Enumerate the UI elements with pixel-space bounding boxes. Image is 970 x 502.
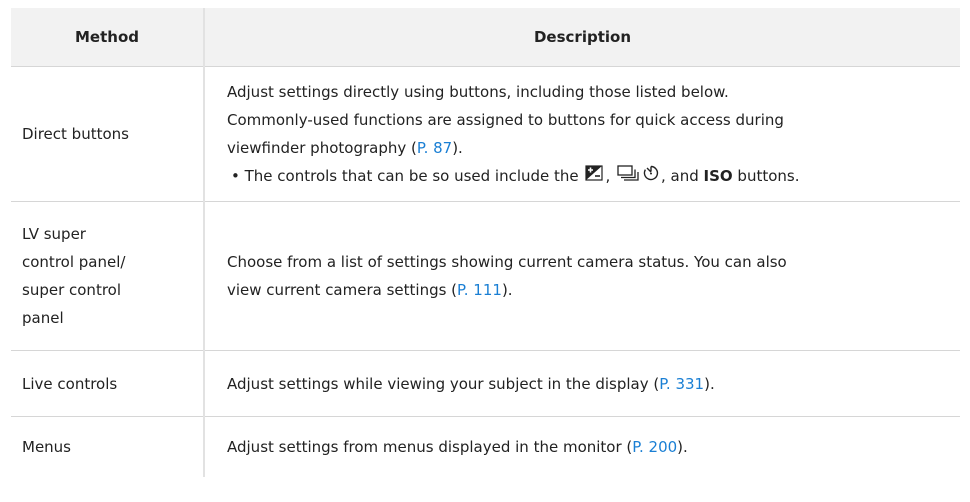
description-line: Adjust settings directly using buttons, … (227, 82, 729, 101)
description-line: Choose from a list of settings showing c… (227, 253, 787, 271)
method-menus: Menus (11, 416, 205, 477)
bullet-item: • The controls that can be so used inclu… (227, 162, 954, 191)
table-header-row: Method Description (11, 8, 960, 67)
self-timer-icon (643, 162, 659, 190)
bullet-marker: • (231, 166, 240, 185)
page-link[interactable]: P. 111 (457, 281, 502, 299)
table-row: LV super control panel/ super control pa… (11, 201, 960, 351)
table-row: Live controls Adjust settings while view… (11, 350, 960, 417)
drive-mode-icon (617, 162, 639, 190)
description-direct-buttons: Adjust settings directly using buttons, … (204, 66, 960, 202)
header-description: Description (204, 8, 960, 67)
iso-button-label: ISO (703, 166, 733, 185)
description-line: viewfinder photography (P. 87). (227, 138, 463, 157)
description-menus: Adjust settings from menus displayed in … (227, 438, 688, 456)
exposure-compensation-icon (585, 162, 604, 190)
page-link[interactable]: P. 200 (632, 438, 677, 456)
method-direct-buttons: Direct buttons (11, 66, 205, 202)
table-row: Menus Adjust settings from menus display… (11, 416, 960, 477)
table-row: Direct buttons Adjust settings directly … (11, 66, 960, 202)
method-live-controls: Live controls (11, 350, 205, 417)
method-lv-super-control-panel: LV super control panel/ super control pa… (11, 201, 205, 351)
description-lv-super-control-panel: Choose from a list of settings showing c… (204, 201, 960, 351)
page-link[interactable]: P. 331 (659, 375, 704, 393)
page-link[interactable]: P. 87 (417, 139, 452, 157)
description-line: view current camera settings (P. 111). (227, 281, 513, 299)
description-line: Commonly-used functions are assigned to … (227, 110, 784, 129)
header-method: Method (11, 8, 205, 67)
description-live-controls: Adjust settings while viewing your subje… (204, 350, 960, 417)
settings-methods-table: Method Description Direct buttons Adjust… (11, 8, 960, 477)
